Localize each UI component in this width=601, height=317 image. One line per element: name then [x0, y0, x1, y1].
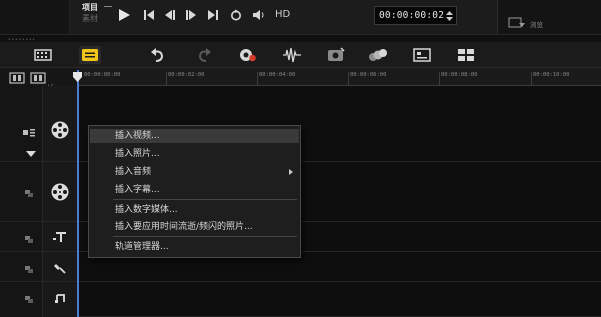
playhead-handle[interactable]	[73, 72, 82, 82]
auto-music-icon[interactable]	[325, 46, 347, 64]
time-ruler[interactable]	[78, 68, 601, 86]
mode-project[interactable]: 项目	[82, 3, 98, 13]
motion-tracking-icon[interactable]	[367, 46, 389, 64]
ruler-tick-label: 00:00:04:00	[259, 72, 296, 78]
hd-toggle[interactable]: HD	[275, 9, 290, 20]
panel-splitter[interactable]	[0, 34, 601, 42]
track-settings-icon[interactable]	[22, 127, 36, 139]
track-lock-icon[interactable]	[22, 293, 36, 305]
film-reel-icon[interactable]	[50, 182, 70, 202]
expand-arrow-icon[interactable]	[24, 148, 38, 160]
browse-icon[interactable]	[508, 17, 526, 29]
record-capture-icon[interactable]	[237, 46, 259, 64]
player-left-panel	[0, 0, 70, 34]
menu-separator	[113, 236, 297, 237]
mode-indicator	[104, 6, 112, 7]
end-icon[interactable]	[206, 8, 220, 22]
track-lock-icon[interactable]	[22, 263, 36, 275]
spinner-arrows-icon[interactable]	[445, 10, 454, 22]
timecode-value: 00:00:00:02	[379, 10, 445, 21]
menu-item-insert-digital-media[interactable]: 插入数字媒体...	[90, 203, 299, 217]
track-divider	[0, 221, 78, 222]
timeline-toolbar	[0, 42, 601, 68]
ruler-tick	[439, 72, 440, 86]
microphone-icon[interactable]	[53, 261, 67, 275]
multi-camera-icon[interactable]	[455, 46, 477, 64]
timeline-view-icon[interactable]	[79, 46, 101, 64]
track-lock-icon[interactable]	[22, 187, 36, 199]
browse-button-label[interactable]: 浏览	[530, 19, 543, 29]
menu-item-label: 插入音频	[115, 167, 152, 177]
play-icon[interactable]	[117, 8, 131, 22]
music-note-icon[interactable]	[53, 292, 67, 306]
subtitle-editor-icon[interactable]	[411, 46, 433, 64]
mode-clip[interactable]: 素材	[82, 14, 98, 24]
menu-item-insert-subtitle[interactable]: 插入字幕...	[90, 183, 299, 197]
ruler-tick	[348, 72, 349, 86]
track-control-column	[0, 86, 42, 317]
sound-mixer-icon[interactable]	[281, 46, 303, 64]
music-track[interactable]	[78, 282, 601, 317]
previous-frame-icon[interactable]	[163, 8, 177, 22]
menu-item-insert-time-lapse-photo[interactable]: 插入要应用时间流逝/频闪的照片...	[90, 220, 299, 234]
ruler-tick-label: 00:00:02:00	[168, 72, 205, 78]
track-divider	[0, 251, 78, 252]
menu-item-insert-photo[interactable]: 插入照片...	[90, 147, 299, 161]
redo-icon[interactable]	[193, 46, 215, 64]
ruler-tick-label: 00:00:06:00	[350, 72, 387, 78]
track-divider	[0, 281, 78, 282]
ruler-tick	[166, 72, 167, 86]
repeat-icon[interactable]	[229, 8, 243, 22]
context-menu: 插入视频... 插入照片... 插入音频 插入字幕... 插入数字媒体... 插…	[88, 125, 301, 258]
ruler-tick-label: 00:00:08:00	[441, 72, 478, 78]
storyboard-view-icon[interactable]	[32, 46, 54, 64]
ruler-tick-label: 00:00:10:00	[533, 72, 570, 78]
volume-icon[interactable]	[252, 8, 266, 22]
track-divider	[0, 161, 78, 162]
timecode-field[interactable]: 00:00:00:02	[374, 6, 457, 25]
menu-item-insert-audio[interactable]: 插入音频	[90, 165, 299, 179]
film-reel-icon[interactable]	[50, 120, 70, 140]
ruler-tick	[257, 72, 258, 86]
menu-item-track-manager[interactable]: 轨道管理器...	[90, 240, 299, 254]
undo-icon[interactable]	[147, 46, 169, 64]
ruler-tick-label: 00:00:00:00	[84, 72, 121, 78]
home-icon[interactable]	[142, 8, 156, 22]
track-lock-icon[interactable]	[22, 233, 36, 245]
menu-item-insert-video[interactable]: 插入视频...	[90, 129, 299, 143]
playhead-line[interactable]	[77, 70, 79, 317]
text-icon[interactable]	[52, 230, 68, 244]
add-remove-track-icon[interactable]	[9, 72, 69, 84]
submenu-arrow-icon	[289, 169, 293, 175]
menu-separator	[113, 199, 297, 200]
ruler-tick	[531, 72, 532, 86]
next-frame-icon[interactable]	[184, 8, 198, 22]
